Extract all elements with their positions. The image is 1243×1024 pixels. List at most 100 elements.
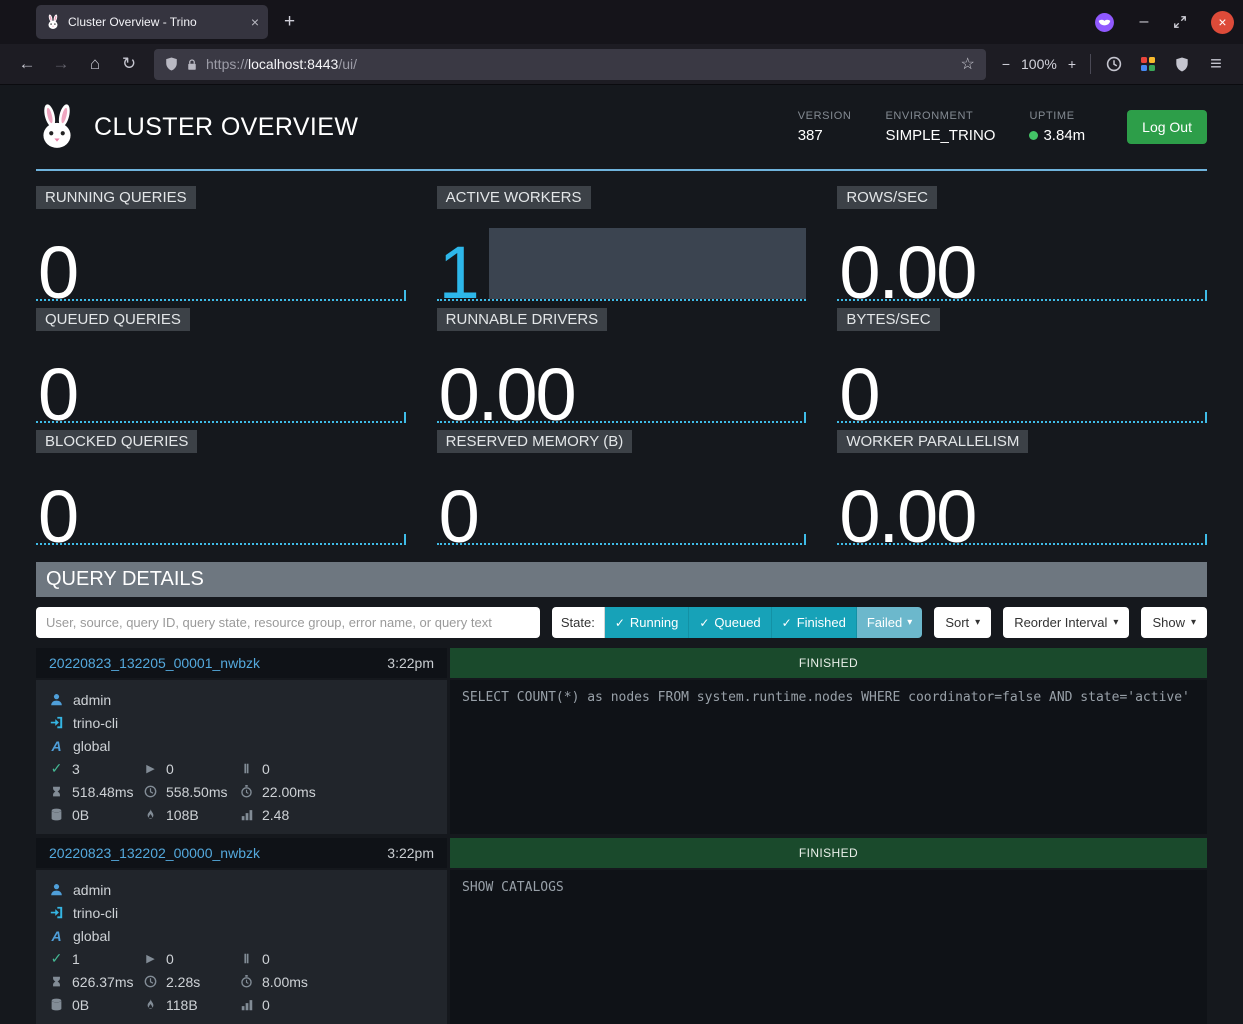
url-host: localhost:8443 (248, 56, 338, 72)
stat-sparkline: 0.00 (437, 335, 807, 423)
resource-group-icon: A (49, 928, 64, 944)
query-id-link[interactable]: 20220823_132205_00001_nwbzk (49, 655, 260, 671)
toolbar-separator (1090, 54, 1091, 74)
sort-dropdown[interactable]: Sort ▾ (934, 607, 991, 638)
elapsed-time-value: 558.50ms (166, 784, 227, 800)
running-splits-value: 0 (166, 761, 174, 777)
home-button[interactable]: ⌂ (80, 50, 110, 78)
bookmark-star-icon[interactable]: ☆ (960, 54, 974, 74)
query-header: 20220823_132202_00000_nwbzk 3:22pm (36, 838, 447, 868)
sort-label: Sort (945, 615, 969, 630)
restore-button[interactable] (1173, 15, 1191, 29)
reorder-interval-label: Reorder Interval (1014, 615, 1107, 630)
reload-button[interactable]: ↻ (114, 50, 144, 78)
state-filter-group: State: ✓ Running ✓ Queued ✓ Finished Fai… (552, 607, 922, 638)
logout-button[interactable]: Log Out (1127, 110, 1207, 144)
browser-titlebar: Cluster Overview - Trino × + – × (0, 0, 1243, 44)
running-splits-icon: ▶ (143, 952, 158, 965)
queued-splits-value: 0 (262, 761, 270, 777)
query-row: 20220823_132202_00000_nwbzk 3:22pm FINIS… (36, 838, 1207, 1024)
elapsed-time-value: 2.28s (166, 974, 200, 990)
filter-failed-dropdown[interactable]: Failed ▾ (857, 607, 922, 638)
query-time: 3:22pm (387, 655, 434, 671)
completed-splits-icon: ✓ (49, 760, 64, 777)
stat-running-queries: RUNNING QUERIES 0 (36, 186, 406, 301)
stat-sparkline: 0 (837, 335, 1207, 423)
show-dropdown[interactable]: Show ▾ (1141, 607, 1207, 638)
stopwatch-icon (239, 785, 254, 798)
query-id-link[interactable]: 20220823_132202_00000_nwbzk (49, 845, 260, 861)
url-bar[interactable]: https://localhost:8443/ui/ ☆ (154, 49, 986, 80)
cpu-time-value: 22.00ms (262, 784, 316, 800)
extensions-icon[interactable] (1133, 50, 1163, 78)
environment-block: ENVIRONMENT SIMPLE_TRINO (885, 110, 995, 144)
page-title: CLUSTER OVERVIEW (94, 113, 358, 142)
url-scheme: https:// (206, 56, 248, 72)
tracking-shield-icon[interactable] (165, 57, 178, 71)
query-user: admin (73, 882, 111, 898)
tab-close-icon[interactable]: × (251, 14, 259, 30)
browser-tab[interactable]: Cluster Overview - Trino × (36, 5, 268, 39)
splits-row: ✓ 1 ▶ 0 Ⅱ 0 (49, 947, 434, 970)
user-icon (49, 693, 64, 706)
uptime-block: UPTIME 3.84m (1029, 110, 1085, 144)
url-path: /ui/ (338, 56, 357, 72)
query-filter-toolbar: State: ✓ Running ✓ Queued ✓ Finished Fai… (36, 607, 1207, 638)
bar-chart-icon (239, 999, 254, 1011)
check-icon: ✓ (782, 616, 792, 630)
close-button[interactable]: × (1211, 11, 1234, 34)
stat-value: 0 (439, 480, 478, 554)
stat-sparkline: 1 (437, 213, 807, 301)
menu-hamburger-icon[interactable]: ≡ (1201, 50, 1231, 78)
zoom-level[interactable]: 100% (1021, 56, 1057, 72)
browser-navbar: ← → ⌂ ↻ https://localhost:8443/ui/ ☆ − 1… (0, 44, 1243, 85)
query-details-header: QUERY DETAILS (36, 562, 1207, 597)
minimize-button[interactable]: – (1135, 13, 1153, 31)
queued-splits-icon: Ⅱ (239, 952, 254, 966)
history-clock-icon[interactable] (1099, 50, 1129, 78)
privacy-shield-icon[interactable] (1167, 50, 1197, 78)
back-button[interactable]: ← (12, 50, 42, 78)
version-value: 387 (798, 127, 852, 144)
new-tab-button[interactable]: + (284, 11, 295, 33)
completed-splits: ✓ 1 (49, 947, 143, 970)
uptime-label: UPTIME (1029, 110, 1085, 122)
filter-finished-button[interactable]: ✓ Finished (772, 607, 857, 638)
filter-queued-label: Queued (714, 615, 760, 630)
query-status-bar: FINISHED (450, 648, 1207, 678)
window-controls: – × (1094, 11, 1243, 34)
elapsed-time: 558.50ms (143, 780, 239, 803)
filter-queued-button[interactable]: ✓ Queued (689, 607, 771, 638)
filter-running-button[interactable]: ✓ Running (605, 607, 690, 638)
lock-icon[interactable] (186, 58, 198, 71)
completed-splits: ✓ 3 (49, 757, 143, 780)
forward-button[interactable]: → (46, 50, 76, 78)
query-row: 20220823_132205_00001_nwbzk 3:22pm FINIS… (36, 648, 1207, 834)
stat-value: 0 (38, 480, 77, 554)
completed-splits-value: 3 (72, 761, 80, 777)
queued-time: 626.37ms (49, 970, 143, 993)
trino-favicon (45, 14, 61, 30)
query-search-input[interactable] (36, 607, 540, 638)
stat-sparkline: 0 (36, 457, 406, 545)
cluster-stats-grid: RUNNING QUERIES 0 ACTIVE WORKERS 1 ROWS/… (36, 186, 1207, 545)
query-source-row: trino-cli (49, 901, 434, 924)
reorder-interval-dropdown[interactable]: Reorder Interval ▾ (1003, 607, 1129, 638)
zoom-in-button[interactable]: + (1068, 56, 1076, 72)
sparkline-fill (489, 228, 807, 299)
query-time: 3:22pm (387, 845, 434, 861)
database-icon (49, 808, 64, 821)
clock-icon (143, 975, 158, 988)
zoom-controls: − 100% + (996, 56, 1082, 72)
stat-rows-sec: ROWS/SEC 0.00 (837, 186, 1207, 301)
queued-time: 518.48ms (49, 780, 143, 803)
trino-cluster-overview-page: CLUSTER OVERVIEW VERSION 387 ENVIRONMENT… (0, 85, 1243, 1024)
queued-splits-value: 0 (262, 951, 270, 967)
container-extension-icon[interactable] (1094, 12, 1115, 33)
filter-failed-label: Failed (867, 615, 902, 630)
stat-blocked-queries: BLOCKED QUERIES 0 (36, 430, 406, 545)
stat-runnable-drivers: RUNNABLE DRIVERS 0.00 (437, 308, 807, 423)
cluster-meta: VERSION 387 ENVIRONMENT SIMPLE_TRINO UPT… (798, 110, 1085, 144)
running-splits: ▶ 0 (143, 947, 239, 970)
zoom-out-button[interactable]: − (1002, 56, 1010, 72)
